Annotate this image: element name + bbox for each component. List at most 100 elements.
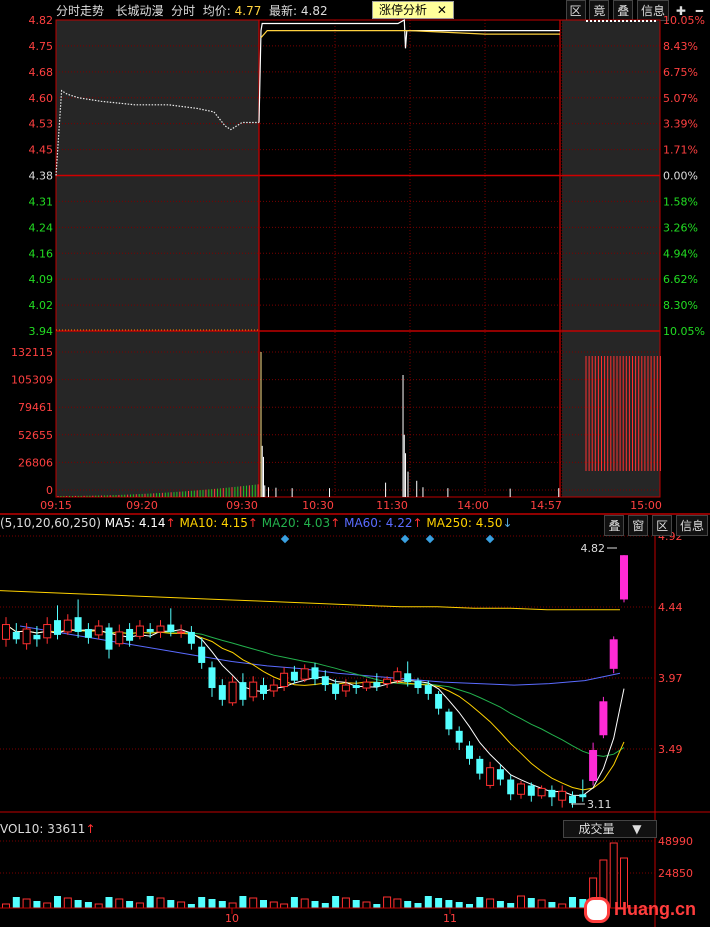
ma250-label: MA250: 4.50: [426, 516, 503, 530]
volume-bar: [115, 898, 124, 909]
pct-tick-label: 5.07%: [663, 92, 698, 105]
volume-bar: [228, 902, 237, 909]
candle: [435, 690, 443, 715]
vol-arrow-icon: ↑: [85, 822, 96, 836]
pct-tick-label: 10.05%: [663, 325, 705, 338]
candle: [269, 679, 278, 697]
volume-bar: [43, 902, 52, 909]
candle: [84, 623, 92, 644]
volume-bar: [466, 904, 473, 908]
ma20-line: [5, 624, 625, 757]
candle-body: [22, 628, 31, 645]
volume-indicator-dropdown[interactable]: 成交量 ▼: [563, 820, 657, 838]
time-tick-label: 10:30: [302, 499, 334, 512]
candle-body: [94, 625, 103, 636]
candle: [156, 620, 165, 638]
candle: [300, 664, 309, 683]
candle-body: [445, 711, 453, 730]
volume-bar: [22, 898, 31, 909]
volume-bar: [496, 901, 504, 908]
price-tick-label: 4.09: [29, 273, 54, 286]
candle-body: [341, 684, 350, 692]
ma20-arrow-icon: ↑: [330, 516, 341, 530]
date-tick-label: 10: [225, 912, 239, 925]
pct-tick-label: 1.71%: [663, 144, 698, 157]
candle-body: [404, 673, 412, 683]
kline-button-info[interactable]: 信息: [675, 515, 708, 536]
kline-button-overlay[interactable]: 叠: [604, 515, 625, 536]
volume-bar: [280, 903, 289, 909]
candle: [321, 670, 329, 691]
candle-body: [362, 681, 371, 689]
volume-bar: [126, 901, 134, 908]
candle-body: [486, 767, 495, 786]
volume-bar: [63, 897, 72, 909]
candle: [599, 696, 608, 739]
volume-bar: [517, 895, 525, 909]
price-tick-label: 4.75: [29, 40, 54, 53]
candle-body: [527, 785, 535, 796]
volume-tick-label: 26806: [18, 456, 53, 469]
kline-button-zone[interactable]: 区: [652, 515, 673, 536]
candle: [332, 679, 340, 700]
candle-body: [249, 681, 258, 698]
ma10-line: [5, 624, 625, 791]
ma250-arrow-icon: ↓: [502, 516, 513, 530]
kline-tick-label: 3.49: [658, 743, 683, 756]
candle-body: [321, 676, 329, 686]
candle-body: [290, 671, 298, 681]
price-tick-label: 4.02: [29, 299, 54, 312]
volume-bar: [476, 897, 484, 908]
volume-bar: [537, 899, 546, 909]
candle: [12, 623, 20, 644]
time-tick-label: 09:20: [126, 499, 158, 512]
candle-body: [424, 685, 432, 694]
candle-body: [218, 685, 226, 700]
candle: [43, 617, 52, 644]
volume-bar: [54, 896, 61, 908]
kline-toolbar: 叠 窗 区 信息: [604, 515, 708, 536]
candle: [260, 677, 267, 700]
kline-header: (5,10,20,60,250) MA5: 4.14↑ MA10: 4.15↑ …: [0, 516, 513, 530]
pct-tick-label: 0.00%: [663, 170, 698, 183]
volume-bar: [507, 903, 515, 908]
chart-canvas: 4.82 10.05% 4.75 8.43% 4.68 6.75% 4.60 5.07% 4.5…: [0, 14, 710, 927]
volume-bar: [424, 896, 432, 908]
candle: [445, 708, 453, 736]
volume-bar: [486, 898, 495, 909]
kline-button-window[interactable]: 窗: [628, 515, 649, 536]
candle: [424, 680, 432, 700]
pct-tick-label: 6.62%: [663, 273, 698, 286]
candle-body: [476, 758, 484, 774]
candle-body: [435, 693, 443, 709]
price-tick-label: 4.82: [29, 14, 54, 27]
volume-bar: [321, 903, 329, 908]
volume-bar: [455, 902, 463, 908]
volume-bar: [393, 898, 402, 909]
candle: [228, 676, 237, 706]
candle-body: [84, 628, 92, 638]
price-tick-label: 4.68: [29, 66, 54, 79]
candle: [455, 726, 463, 751]
candle-body: [352, 685, 360, 689]
candle-body: [558, 790, 567, 801]
candle-body: [548, 789, 556, 798]
price-tick-label: 4.31: [29, 195, 54, 208]
volume-bar: [558, 903, 567, 909]
candle-body: [63, 619, 72, 633]
volume-bar: [105, 897, 113, 908]
volume-bar: [260, 900, 267, 908]
volume-bar: [569, 897, 576, 908]
candle-body: [135, 625, 144, 637]
pct-tick-label: 8.30%: [663, 299, 698, 312]
pct-tick-label: 10.05%: [663, 14, 705, 27]
candle: [126, 623, 134, 647]
candle: [311, 662, 319, 686]
ma5-line: [5, 624, 625, 797]
candle: [94, 620, 103, 640]
candle-body: [517, 783, 525, 795]
volume-bar: [445, 900, 453, 908]
watermark: Huang.cn: [583, 897, 696, 923]
candle: [558, 785, 567, 808]
candle: [208, 661, 216, 697]
